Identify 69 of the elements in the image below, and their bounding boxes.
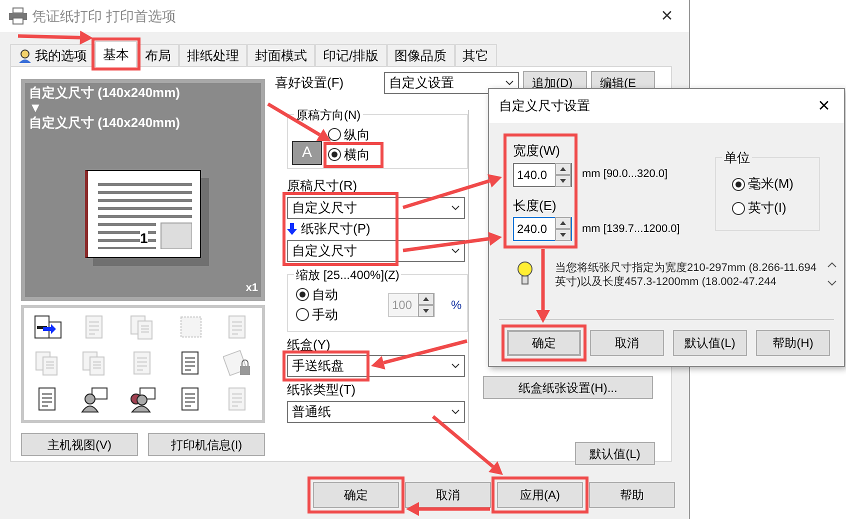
- unit-label: %: [451, 296, 462, 314]
- radio-option[interactable]: 纵向: [328, 124, 370, 144]
- tab[interactable]: 封面模式: [247, 44, 315, 66]
- dialog-button[interactable]: 默认值(L): [673, 330, 747, 356]
- range-text: mm [90.0...320.0]: [582, 167, 668, 182]
- tab[interactable]: 图像品质: [386, 44, 455, 66]
- tab[interactable]: 我的选项: [10, 44, 95, 66]
- dialog-button[interactable]: 帮助(H): [756, 330, 830, 356]
- field-label: 纸张尺寸(P): [301, 220, 370, 238]
- field-label: 喜好设置(F): [275, 74, 345, 92]
- spinner-icon: [555, 217, 571, 241]
- dialog-button[interactable]: 应用(A): [497, 482, 583, 508]
- field-label: 宽度(W): [513, 142, 560, 160]
- chevron-down-icon: [451, 363, 460, 369]
- tab[interactable]: 基本: [95, 41, 137, 67]
- dropdown[interactable]: 手送纸盘: [287, 355, 465, 377]
- dialog-button[interactable]: 确定: [507, 330, 581, 356]
- annotation-arrow: [267, 102, 331, 142]
- field-label: 长度(E): [513, 196, 556, 215]
- tray-settings-button[interactable]: 纸盒纸张设置(H)...: [483, 376, 653, 399]
- tab[interactable]: 排纸处理: [179, 44, 247, 66]
- dialog-title: 自定义尺寸设置: [499, 97, 591, 116]
- landscape-page-icon: A: [292, 141, 322, 165]
- dropdown[interactable]: 自定义设置: [384, 72, 519, 94]
- close-button[interactable]: ×: [653, 6, 681, 26]
- field-label: 原稿尺寸(R): [287, 177, 358, 195]
- highlight-frame: [92, 38, 140, 70]
- dropdown[interactable]: 普通纸: [287, 400, 465, 422]
- chevron-down-icon: [451, 204, 460, 210]
- radio-option[interactable]: 毫米(M): [732, 174, 794, 194]
- dialog-button[interactable]: 取消: [405, 482, 491, 508]
- dialog-button[interactable]: 帮助: [589, 482, 675, 508]
- lightbulb-icon: [517, 261, 533, 287]
- page-number: 1: [140, 231, 148, 245]
- radio-option[interactable]: 横向: [328, 144, 370, 164]
- preview-text: 自定义尺寸 (140x240mm): [29, 85, 181, 100]
- tab[interactable]: 布局: [137, 44, 179, 66]
- annotation-arrow: [432, 415, 503, 475]
- info-text: 当您将纸张尺寸指定为宽度210-297mm (8.266-11.694英寸)以及长度457.3-1200mm (18.002-47.244: [555, 261, 818, 289]
- tab[interactable]: 其它: [454, 44, 497, 66]
- number-field[interactable]: 140.0: [513, 162, 572, 186]
- highlight-frame: [324, 142, 384, 168]
- view-button[interactable]: 主机视图(V): [21, 433, 138, 456]
- preview-text: ▼: [29, 100, 43, 115]
- close-button[interactable]: ×: [812, 96, 836, 116]
- field-label: 纸张类型(T): [287, 381, 356, 399]
- range-text: mm [139.7...1200.0]: [582, 222, 680, 237]
- spinner-icon: [418, 292, 434, 316]
- dropdown[interactable]: 自定义尺寸: [287, 240, 465, 262]
- chevron-down-icon: [451, 408, 460, 414]
- dialog-button[interactable]: 确定: [313, 482, 399, 508]
- dropdown[interactable]: 自定义尺寸: [287, 196, 465, 218]
- group-label: 原稿方向(N): [294, 106, 363, 124]
- view-button[interactable]: 打印机信息(I): [148, 433, 265, 456]
- dialog-button[interactable]: 取消: [590, 330, 664, 356]
- field-label: 纸盒(Y): [287, 336, 330, 354]
- number-field[interactable]: 240.0: [513, 217, 572, 241]
- tab[interactable]: 印记/排版: [315, 44, 387, 66]
- spinner-icon: [555, 162, 571, 186]
- chevron-down-icon: [505, 80, 514, 86]
- radio-option[interactable]: 英寸(I): [732, 198, 786, 218]
- printer-icon: [8, 7, 28, 25]
- preview-text: 自定义尺寸 (140x240mm): [29, 115, 181, 130]
- window-title: 凭证纸打印 打印首选项: [32, 6, 177, 26]
- copies-label: x1: [246, 280, 258, 296]
- chevron-down-icon: [451, 248, 460, 254]
- person-icon: [18, 48, 32, 62]
- arrow-down-icon: [287, 223, 297, 235]
- defaults-button[interactable]: 默认值(L): [575, 442, 655, 465]
